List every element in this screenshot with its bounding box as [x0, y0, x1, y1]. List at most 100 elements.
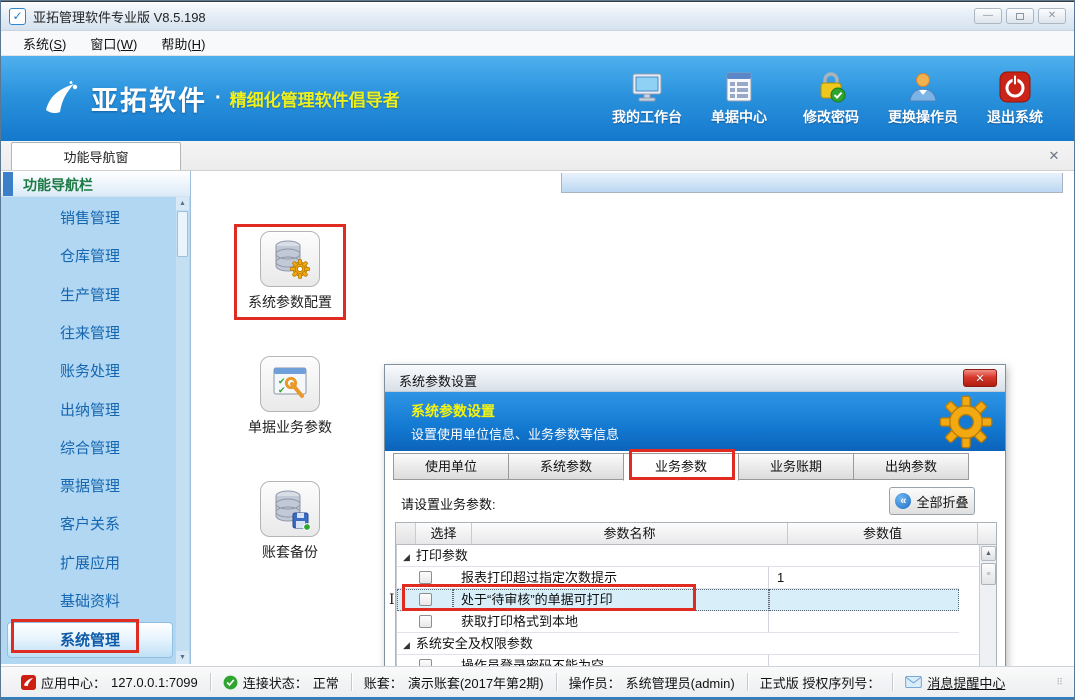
database-backup-icon[interactable] [260, 481, 320, 537]
toolbar-workbench-monitor[interactable]: 我的工作台 [606, 70, 688, 127]
dialog-close-button[interactable]: ✕ [963, 369, 997, 387]
dialog-banner-title: 系统参数设置 [411, 401, 495, 421]
app-launcher-database-backup[interactable]: 账套备份 [210, 481, 370, 562]
param-value-cell[interactable]: 1 [769, 567, 959, 589]
column-select[interactable]: 选择 [416, 523, 472, 544]
database-gear-icon[interactable] [260, 231, 320, 287]
param-checkbox[interactable] [419, 615, 432, 628]
collapse-all-button[interactable]: « 全部折叠 [889, 487, 975, 515]
minimize-button[interactable]: — [974, 8, 1002, 24]
text-cursor: I [389, 592, 395, 608]
status-segment-1: 连接状态：正常 [211, 673, 351, 692]
nav-sidebar-header: 功能导航栏 [1, 171, 190, 197]
param-name-cell[interactable]: 报表打印超过指定次数提示 [453, 567, 769, 589]
param-group-row: ◢打印参数 [396, 545, 996, 567]
nav-scrollbar[interactable]: ▲ ▼ [176, 197, 189, 664]
param-row-2[interactable]: 处于“待审核”的单据可打印 [396, 589, 996, 611]
sidebar-item-1[interactable]: 仓库管理 [7, 239, 173, 275]
title-bar: ✓ 亚拓管理软件专业版 V8.5.198 —✕ [1, 1, 1074, 31]
brand-logo-icon [41, 79, 83, 119]
close-button[interactable]: ✕ [1038, 8, 1066, 24]
menu-item-2[interactable]: 帮助(H) [149, 32, 217, 55]
param-name-cell[interactable]: 获取打印格式到本地 [453, 611, 769, 633]
expand-triangle-icon[interactable]: ◢ [403, 547, 410, 568]
status-segment-0: 应用中心：127.0.0.1:7099 [9, 673, 210, 692]
dialog-tab-1[interactable]: 系统参数 [508, 453, 624, 480]
status-label: 账套： [364, 673, 403, 692]
app-launcher-database-gear[interactable]: 系统参数配置 [210, 231, 370, 312]
sidebar-item-4[interactable]: 账务处理 [7, 354, 173, 390]
sidebar-item-10[interactable]: 基础资料 [7, 584, 173, 620]
nav-sidebar: 功能导航栏 销售管理仓库管理生产管理往来管理账务处理出纳管理综合管理票据管理客户… [1, 171, 191, 664]
app-logo-icon: ✓ [9, 8, 26, 25]
scroll-down-icon[interactable]: ▼ [176, 651, 189, 664]
dialog-tab-3[interactable]: 业务账期 [738, 453, 854, 480]
sidebar-item-3[interactable]: 往来管理 [7, 316, 173, 352]
app-window: ✓ 亚拓管理软件专业版 V8.5.198 —✕ 系统(S)窗口(W)帮助(H) … [0, 0, 1075, 700]
header-banner: 亚拓软件 · 精细化管理软件倡导者 我的工作台单据中心修改密码更换操作员退出系统 [1, 56, 1074, 141]
toolbar-item-label: 更换操作员 [888, 107, 958, 127]
dialog-tab-4[interactable]: 出纳参数 [853, 453, 969, 480]
toolbar-operator-person[interactable]: 更换操作员 [882, 70, 964, 127]
dialog-tab-2[interactable]: 业务参数 [623, 453, 739, 481]
status-segment-2: 账套：演示账套(2017年第2期) [352, 673, 556, 692]
dialog-banner-subtitle: 设置使用单位信息、业务参数等信息 [411, 424, 619, 443]
param-row-3[interactable]: 获取打印格式到本地 [396, 611, 996, 633]
toolbar-password-lock[interactable]: 修改密码 [790, 70, 872, 127]
param-group-label[interactable]: ◢系统安全及权限参数 [397, 633, 996, 655]
status-segment-5[interactable]: 消息提醒中心 [893, 673, 1017, 692]
nav-header-accent [3, 172, 13, 196]
status-label[interactable]: 消息提醒中心 [927, 673, 1005, 692]
param-select-cell [397, 611, 453, 633]
status-segment-3: 操作员：系统管理员(admin) [557, 673, 747, 692]
system-params-dialog: 系统参数设置 ✕ 系统参数设置 设置使用单位信息、业务参数等信息 [384, 364, 1006, 700]
resize-grip[interactable]: ⠿ [1056, 677, 1064, 688]
sidebar-item-6[interactable]: 综合管理 [7, 431, 173, 467]
param-name-cell[interactable]: 处于“待审核”的单据可打印 [453, 589, 769, 611]
sidebar-item-8[interactable]: 客户关系 [7, 507, 173, 543]
param-row-1[interactable]: 报表打印超过指定次数提示1 [396, 567, 996, 589]
app-launcher-label: 账套备份 [210, 542, 370, 562]
dialog-title: 系统参数设置 [399, 371, 477, 390]
maximize-button[interactable] [1006, 8, 1034, 24]
status-label: 应用中心： [41, 673, 106, 692]
scroll-up-icon[interactable]: ▲ [981, 546, 996, 561]
status-bar: 应用中心：127.0.0.1:7099连接状态：正常账套：演示账套(2017年第… [1, 666, 1074, 697]
sidebar-item-5[interactable]: 出纳管理 [7, 393, 173, 429]
dialog-toolbar: 请设置业务参数: « 全部折叠 [385, 480, 1005, 522]
background-panel-edge [561, 173, 1063, 193]
sidebar-item-0[interactable]: 销售管理 [7, 201, 173, 237]
table-scrollbar-thumb[interactable]: ≡ [981, 563, 996, 585]
column-param-name[interactable]: 参数名称 [472, 523, 788, 544]
column-param-value[interactable]: 参数值 [788, 523, 978, 544]
toolbar-item-label: 我的工作台 [612, 107, 682, 127]
menu-item-0[interactable]: 系统(S) [11, 32, 78, 55]
tabstrip-close-icon[interactable]: ✕ [1046, 148, 1062, 164]
status-ok-icon [223, 675, 238, 690]
toolbar-exit-power[interactable]: 退出系统 [974, 70, 1056, 127]
toolbar-document-center[interactable]: 单据中心 [698, 70, 780, 127]
dialog-banner: 系统参数设置 设置使用单位信息、业务参数等信息 [385, 392, 1005, 451]
scroll-up-icon[interactable]: ▲ [176, 197, 189, 210]
minimize-icon: — [983, 11, 993, 21]
tab-nav-window[interactable]: 功能导航窗 [11, 142, 181, 170]
menu-item-1[interactable]: 窗口(W) [78, 32, 149, 55]
form-params-icon[interactable]: ✔✔ [260, 356, 320, 412]
param-group-label[interactable]: ◢打印参数 [397, 545, 996, 567]
app-launcher-form-params[interactable]: ✔✔单据业务参数 [210, 356, 370, 437]
sidebar-item-2[interactable]: 生产管理 [7, 278, 173, 314]
sidebar-item-11[interactable]: 系统管理 [7, 622, 173, 658]
sidebar-item-7[interactable]: 票据管理 [7, 469, 173, 505]
nav-scrollbar-thumb[interactable] [177, 211, 188, 257]
param-select-cell [397, 567, 453, 589]
param-value-cell[interactable] [769, 611, 959, 633]
dialog-tab-0[interactable]: 使用单位 [393, 453, 509, 480]
dialog-title-bar: 系统参数设置 ✕ [385, 365, 1005, 392]
param-checkbox[interactable] [419, 571, 432, 584]
param-value-cell[interactable] [769, 589, 959, 611]
gear-icon [939, 395, 993, 449]
expand-triangle-icon[interactable]: ◢ [403, 635, 410, 656]
sidebar-item-9[interactable]: 扩展应用 [7, 546, 173, 582]
param-checkbox[interactable] [419, 593, 432, 606]
status-label: 连接状态： [243, 673, 308, 692]
